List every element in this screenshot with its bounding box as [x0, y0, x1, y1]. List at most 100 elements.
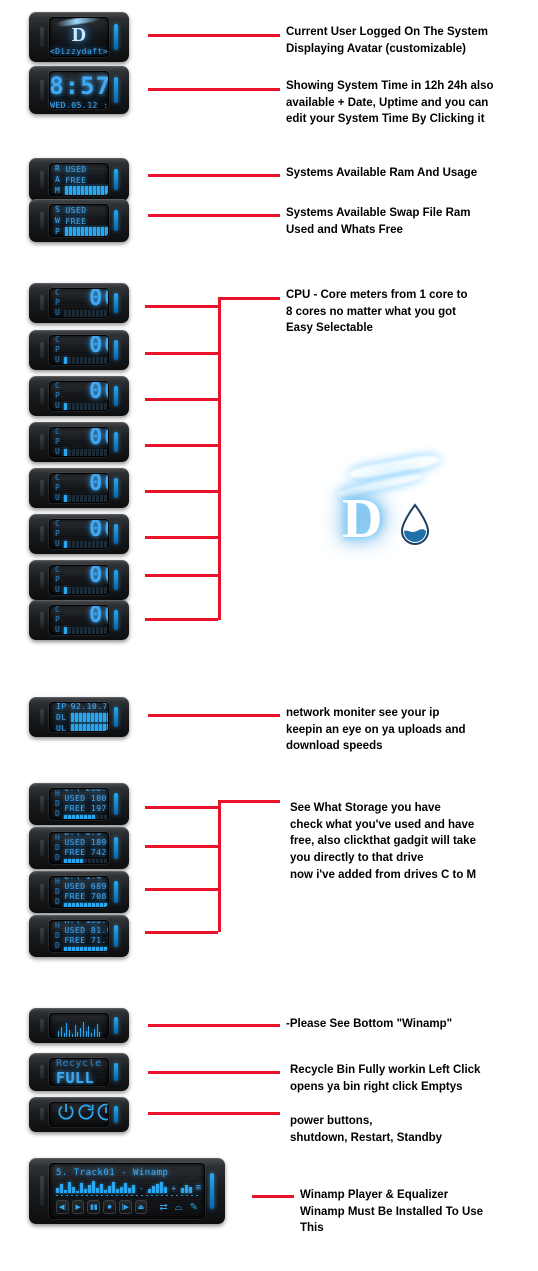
- winamp-volume-meter[interactable]: [148, 1180, 168, 1193]
- swap-gadget[interactable]: S W P USED 1.7 GB FREE 2.2 GB: [29, 199, 129, 242]
- winamp-vis-bar-1: [60, 1184, 63, 1193]
- winamp-seek-bar[interactable]: [56, 1195, 198, 1196]
- gadget-rail-right[interactable]: [114, 23, 118, 51]
- clock-gadget[interactable]: 08:57 AM PM WED.05.12 : 0d'3:14: [29, 66, 129, 114]
- hdd-gadget-1[interactable]: HDDD:\ 0.9 TBUSED 189.1 GBFREE 742.4 GB: [29, 827, 129, 869]
- winamp-repeat-icon[interactable]: ⌓: [175, 1202, 183, 1213]
- hdd-gadget-3[interactable]: HDDH:\ 153.3 GBUSED 81.6 GBFREE 71.7 GB: [29, 915, 129, 957]
- winamp-balance-meter[interactable]: [180, 1180, 192, 1193]
- gadget-rail-right[interactable]: [114, 168, 118, 191]
- gadget-rail-left: [40, 1064, 44, 1080]
- gadget-rail-right[interactable]: [114, 432, 118, 452]
- dizzy-daft-logo: D: [330, 445, 445, 550]
- winamp-eject-button[interactable]: ⏏: [134, 1200, 148, 1214]
- connector-cpu-5: [145, 490, 218, 493]
- recycle-screen[interactable]: Recycle Bin FULL: [49, 1058, 109, 1086]
- power-icon[interactable]: [56, 1103, 76, 1126]
- hdd-gadget-0[interactable]: HDDC:\ 298.0 GBUSED 100.5 GBFREE 197.5 G…: [29, 783, 129, 825]
- gadget-rail-right[interactable]: [114, 1062, 118, 1082]
- cpu-letters: CPU: [55, 336, 60, 364]
- cpu-core-gadget-5[interactable]: CPU5005: [29, 468, 129, 508]
- connector-cpu-main: [218, 297, 280, 300]
- cpu-letter-1: P: [55, 483, 61, 492]
- winamp-vis-bar-14: [112, 1182, 115, 1193]
- restart-icon[interactable]: [76, 1103, 96, 1126]
- gadget-pack-overview: D <Dizzydaft> 08:57 AM PM WED.05.12 : 0d…: [0, 0, 538, 1271]
- standby-icon[interactable]: [96, 1103, 108, 1126]
- cpu-core-bar-3: [64, 402, 108, 410]
- winamp-stop-button[interactable]: ■: [103, 1200, 116, 1214]
- cpu-core-gadget-6[interactable]: CPU6003: [29, 514, 129, 554]
- gadget-rail-right[interactable]: [114, 209, 118, 232]
- winamp-vis-bar-19: [132, 1185, 135, 1193]
- winamp-prev-button[interactable]: ◀|: [56, 1200, 69, 1214]
- gadget-rail-right[interactable]: [114, 340, 118, 360]
- gadget-rail-right[interactable]: [114, 793, 118, 815]
- winamp-volume-plus[interactable]: +: [171, 1184, 176, 1193]
- equalizer-bar-1: [60, 1026, 62, 1037]
- cpu-core-gadget-7[interactable]: CPU7005: [29, 560, 129, 600]
- clock-date-uptime: WED.05.12 : 0d'3:14: [50, 101, 108, 109]
- cpu-letter-2: U: [55, 447, 61, 456]
- gadget-rail-right[interactable]: [114, 77, 118, 103]
- recycle-bin-gadget[interactable]: Recycle Bin FULL: [29, 1053, 129, 1091]
- connector-equalizer: [148, 1024, 280, 1027]
- cpu-core-gadget-3[interactable]: CPU3005: [29, 376, 129, 416]
- gadget-rail-right[interactable]: [114, 881, 118, 903]
- gadget-rail-right[interactable]: [114, 837, 118, 859]
- network-gadget[interactable]: IP 92.10.7.117 DL UL: [29, 697, 129, 737]
- winamp-vis-bar-8: [88, 1185, 91, 1193]
- hdd-screen-1[interactable]: HDDD:\ 0.9 TBUSED 189.1 GBFREE 742.4 GB: [49, 832, 109, 864]
- winamp-pause-button[interactable]: ▮▮: [87, 1200, 101, 1214]
- cpu-core-gadget-1[interactable]: CPU1002: [29, 283, 129, 323]
- hdd-screen-2[interactable]: HDDE:\ 1.4 TBUSED 689.3 GBFREE 708.0 GB: [49, 876, 109, 908]
- cpu-letter-2: U: [55, 539, 61, 548]
- winamp-play-button[interactable]: ▶: [71, 1200, 85, 1214]
- winamp-vis-bar-6: [80, 1183, 83, 1193]
- power-screen: [49, 1102, 109, 1127]
- winamp-vis-bar-16: [120, 1187, 123, 1193]
- ram-gadget[interactable]: R A M USED 1.1 GB FREE 950.4 MB: [29, 158, 129, 201]
- gadget-rail-right[interactable]: [114, 524, 118, 544]
- winamp-shuffle-icon[interactable]: ⇄: [159, 1202, 167, 1213]
- cpu-core-gadget-8[interactable]: CPU8005: [29, 600, 129, 640]
- connector-hdd-spine: [218, 800, 221, 932]
- recycle-text: Recycle Bin FULL: [56, 1059, 108, 1085]
- power-gadget[interactable]: [29, 1097, 129, 1132]
- gadget-rail-left: [40, 927, 44, 945]
- winamp-playlist-icon[interactable]: ✎: [190, 1202, 198, 1213]
- gadget-rail-right[interactable]: [114, 386, 118, 406]
- gadget-rail-right[interactable]: [114, 610, 118, 630]
- hdd-screen-3[interactable]: HDDH:\ 153.3 GBUSED 81.6 GBFREE 71.7 GB: [49, 920, 109, 952]
- winamp-volume-minus[interactable]: -: [139, 1184, 144, 1193]
- winamp-next-button[interactable]: |▶: [118, 1200, 132, 1214]
- hdd-bar-0: [64, 815, 108, 819]
- cpu-core-bar-4: [64, 448, 108, 456]
- hdd-gadget-2[interactable]: HDDE:\ 1.4 TBUSED 689.3 GBFREE 708.0 GB: [29, 871, 129, 913]
- cpu-core-gadget-2[interactable]: CPU2006: [29, 330, 129, 370]
- winamp-vis-bar-18: [128, 1188, 131, 1193]
- note-hdd: See What Storage you have check what you…: [290, 802, 477, 881]
- gadget-rail-right[interactable]: [114, 1017, 118, 1034]
- gadget-rail-right[interactable]: [210, 1172, 214, 1210]
- connector-cpu-2: [145, 352, 218, 355]
- clock-screen[interactable]: 08:57 AM PM WED.05.12 : 0d'3:14: [49, 71, 109, 109]
- gadget-rail-right[interactable]: [114, 1106, 118, 1123]
- equalizer-gadget[interactable]: [29, 1008, 129, 1043]
- hdd-screen-0[interactable]: HDDC:\ 298.0 GBUSED 100.5 GBFREE 197.5 G…: [49, 788, 109, 820]
- winamp-gadget[interactable]: 5. Track01 - Winamp - + ≡ ◀| ▶ ▮▮ ■ |▶ ⏏…: [29, 1158, 225, 1224]
- gadget-rail-right[interactable]: [114, 478, 118, 498]
- gadget-rail-right[interactable]: [114, 293, 118, 313]
- winamp-eq-toggle-icon[interactable]: ≡: [196, 1183, 202, 1193]
- winamp-vis-bar-17: [124, 1183, 127, 1193]
- gadget-rail-left: [40, 170, 44, 189]
- cpu-core-gadget-4[interactable]: CPU4004: [29, 422, 129, 462]
- cpu-letters: CPU: [55, 566, 60, 594]
- cpu-letter-2: U: [55, 493, 61, 502]
- hdd-letter-2: D: [55, 897, 61, 906]
- gadget-rail-right[interactable]: [114, 570, 118, 590]
- user-avatar-gadget[interactable]: D <Dizzydaft>: [29, 12, 129, 62]
- gadget-rail-right[interactable]: [114, 925, 118, 947]
- gadget-rail-right[interactable]: [114, 707, 118, 727]
- hdd-letters: HDD: [55, 921, 60, 951]
